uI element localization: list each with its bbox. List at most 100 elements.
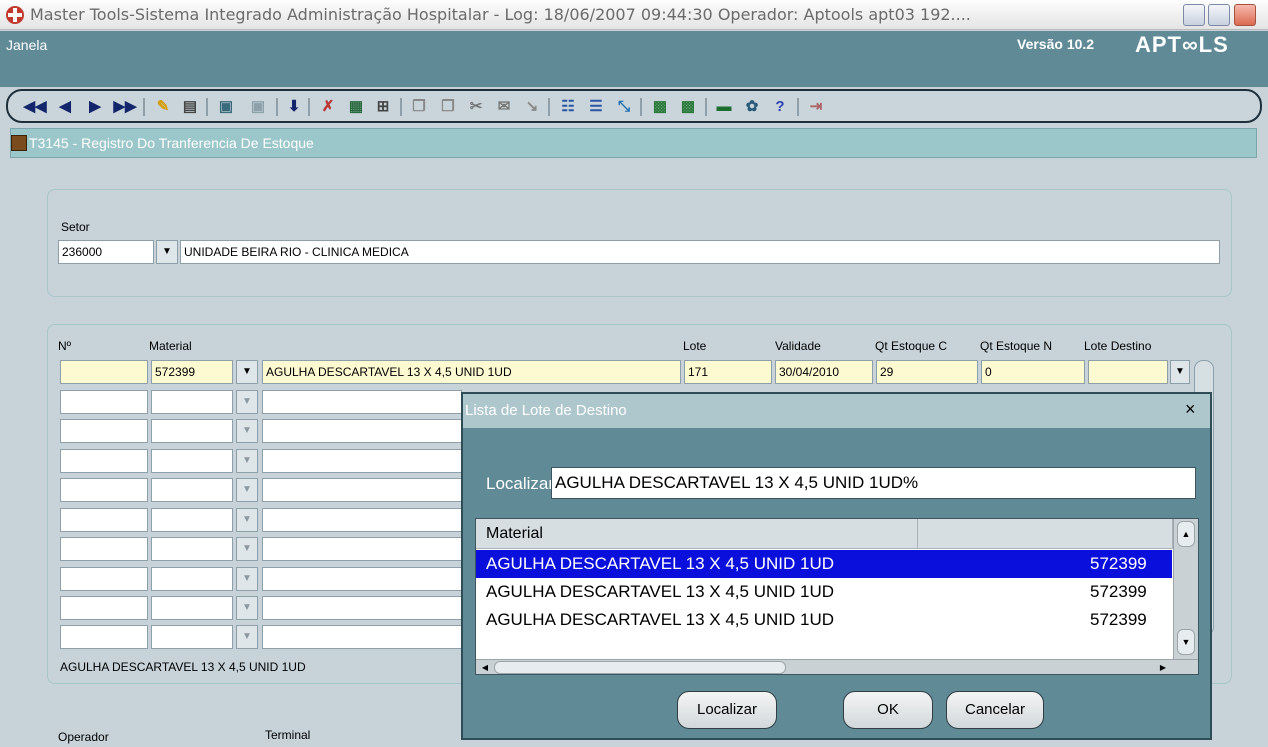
empty-row-dropdown[interactable]: ▼ <box>236 508 258 532</box>
toolbar-separator <box>705 98 707 116</box>
results-vertical-scrollbar[interactable]: ▲ ▼ <box>1173 519 1198 659</box>
cancel-query-icon[interactable]: ⤡ <box>614 96 634 116</box>
empty-row-dropdown[interactable]: ▼ <box>236 625 258 649</box>
scroll-right-icon[interactable]: ▶ <box>1156 661 1170 674</box>
row-lote-field[interactable]: 171 <box>684 360 772 384</box>
duplicate-record-icon[interactable]: ⊞ <box>373 96 393 116</box>
find-input[interactable]: AGULHA DESCARTAVEL 13 X 4,5 UNID 1UD% <box>551 467 1196 499</box>
dialog-close-icon[interactable]: × <box>1185 399 1196 420</box>
empty-row-desc-field[interactable] <box>262 596 462 620</box>
copy-icon[interactable]: ❐ <box>409 96 429 116</box>
row-qt-estoque-n-field[interactable]: 0 <box>981 360 1085 384</box>
result-material: AGULHA DESCARTAVEL 13 X 4,5 UNID 1UD <box>486 582 834 601</box>
row-material-dropdown[interactable]: ▼ <box>236 360 258 384</box>
lote-destino-dropdown[interactable]: ▼ <box>1170 360 1190 384</box>
row-lote-destino-field[interactable] <box>1088 360 1168 384</box>
empty-row-num-field[interactable] <box>60 567 148 591</box>
cut-icon[interactable]: ✂ <box>466 96 486 116</box>
next-record-icon[interactable]: ▶ <box>85 96 105 116</box>
empty-row-desc-field[interactable] <box>262 449 462 473</box>
empty-row-code-field[interactable] <box>151 449 233 473</box>
close-window-button[interactable] <box>1234 4 1256 26</box>
empty-row-num-field[interactable] <box>60 508 148 532</box>
empty-row-num-field[interactable] <box>60 449 148 473</box>
setor-dropdown-button[interactable]: ▼ <box>156 240 178 264</box>
empty-row-dropdown[interactable]: ▼ <box>236 567 258 591</box>
menu-janela[interactable]: Janela <box>6 37 47 53</box>
empty-row-dropdown[interactable]: ▼ <box>236 596 258 620</box>
paste-icon[interactable]: ❐ <box>438 96 458 116</box>
execute-query-icon[interactable]: ☰ <box>586 96 606 116</box>
empty-row-code-field[interactable] <box>151 567 233 591</box>
lov2-icon[interactable]: ▩ <box>678 96 698 116</box>
find-button[interactable]: Localizar <box>677 691 777 729</box>
empty-row-code-field[interactable] <box>151 390 233 414</box>
insert-record-icon[interactable]: ▦ <box>346 96 366 116</box>
scroll-down-icon[interactable]: ▼ <box>1177 629 1195 655</box>
ok-button[interactable]: OK <box>843 691 933 729</box>
empty-row-code-field[interactable] <box>151 478 233 502</box>
wizard-icon[interactable]: ✿ <box>742 96 762 116</box>
empty-row-num-field[interactable] <box>60 419 148 443</box>
result-row[interactable]: AGULHA DESCARTAVEL 13 X 4,5 UNID 1UD 572… <box>476 606 1172 634</box>
row-material-desc-field[interactable]: AGULHA DESCARTAVEL 13 X 4,5 UNID 1UD <box>262 360 681 384</box>
help-list-icon[interactable]: ▣ <box>248 96 268 116</box>
previous-record-icon[interactable]: ◀ <box>55 96 75 116</box>
empty-row-dropdown[interactable]: ▼ <box>236 478 258 502</box>
results-header-code[interactable] <box>918 519 1173 549</box>
horizontal-scroll-thumb[interactable] <box>494 661 786 674</box>
row-material-code-field[interactable]: 572399 <box>151 360 233 384</box>
maximize-button[interactable] <box>1208 4 1230 26</box>
exit-icon[interactable]: ⇥ <box>806 96 826 116</box>
empty-row-code-field[interactable] <box>151 537 233 561</box>
empty-row-desc-field[interactable] <box>262 390 462 414</box>
query-icon[interactable]: ☷ <box>558 96 578 116</box>
help-icon[interactable]: ? <box>770 96 790 116</box>
empty-row-dropdown[interactable]: ▼ <box>236 537 258 561</box>
empty-row-desc-field[interactable] <box>262 419 462 443</box>
result-code: 572399 <box>1090 554 1147 573</box>
empty-row-desc-field[interactable] <box>262 625 462 649</box>
result-row[interactable]: AGULHA DESCARTAVEL 13 X 4,5 UNID 1UD 572… <box>476 550 1172 578</box>
empty-row-desc-field[interactable] <box>262 537 462 561</box>
empty-row-num-field[interactable] <box>60 596 148 620</box>
row-validade-field[interactable]: 30/04/2010 <box>775 360 873 384</box>
down-arrow-icon[interactable]: ⬇ <box>284 96 304 116</box>
empty-row-num-field[interactable] <box>60 537 148 561</box>
help-form-icon[interactable]: ▣ <box>216 96 236 116</box>
empty-row-code-field[interactable] <box>151 596 233 620</box>
result-row[interactable]: AGULHA DESCARTAVEL 13 X 4,5 UNID 1UD 572… <box>476 578 1172 606</box>
setor-name-field[interactable]: UNIDADE BEIRA RIO - CLINICA MEDICA <box>180 240 1220 264</box>
first-record-icon[interactable]: ◀◀ <box>23 96 46 116</box>
row-qt-estoque-c-field[interactable]: 29 <box>876 360 978 384</box>
empty-row-dropdown[interactable]: ▼ <box>236 449 258 473</box>
empty-row-code-field[interactable] <box>151 508 233 532</box>
lov-icon[interactable]: ▩ <box>650 96 670 116</box>
empty-row-num-field[interactable] <box>60 478 148 502</box>
empty-row-num-field[interactable] <box>60 625 148 649</box>
screen-icon[interactable]: ▬ <box>714 96 734 116</box>
clear-icon[interactable]: ↘ <box>522 96 542 116</box>
row-num-field[interactable] <box>60 360 148 384</box>
results-header-material[interactable]: Material <box>476 519 918 549</box>
setor-code-field[interactable]: 236000 <box>58 240 154 264</box>
last-record-icon[interactable]: ▶▶ <box>113 96 136 116</box>
empty-row-num-field[interactable] <box>60 390 148 414</box>
delete-record-icon[interactable]: ✗ <box>318 96 338 116</box>
toolbar-separator <box>640 98 642 116</box>
scroll-up-icon[interactable]: ▲ <box>1177 521 1195 547</box>
cancel-button[interactable]: Cancelar <box>946 691 1044 729</box>
notes-icon[interactable]: ✉ <box>494 96 514 116</box>
printer-icon[interactable]: ▤ <box>180 96 200 116</box>
empty-row-desc-field[interactable] <box>262 567 462 591</box>
results-horizontal-scrollbar[interactable]: ◀ ▶ <box>476 659 1198 674</box>
empty-row-desc-field[interactable] <box>262 508 462 532</box>
empty-row-code-field[interactable] <box>151 419 233 443</box>
minimize-button[interactable] <box>1183 4 1205 26</box>
empty-row-dropdown[interactable]: ▼ <box>236 419 258 443</box>
empty-row-desc-field[interactable] <box>262 478 462 502</box>
empty-row-code-field[interactable] <box>151 625 233 649</box>
scroll-left-icon[interactable]: ◀ <box>478 661 492 674</box>
empty-row-dropdown[interactable]: ▼ <box>236 390 258 414</box>
pencil-icon[interactable]: ✎ <box>153 96 173 116</box>
